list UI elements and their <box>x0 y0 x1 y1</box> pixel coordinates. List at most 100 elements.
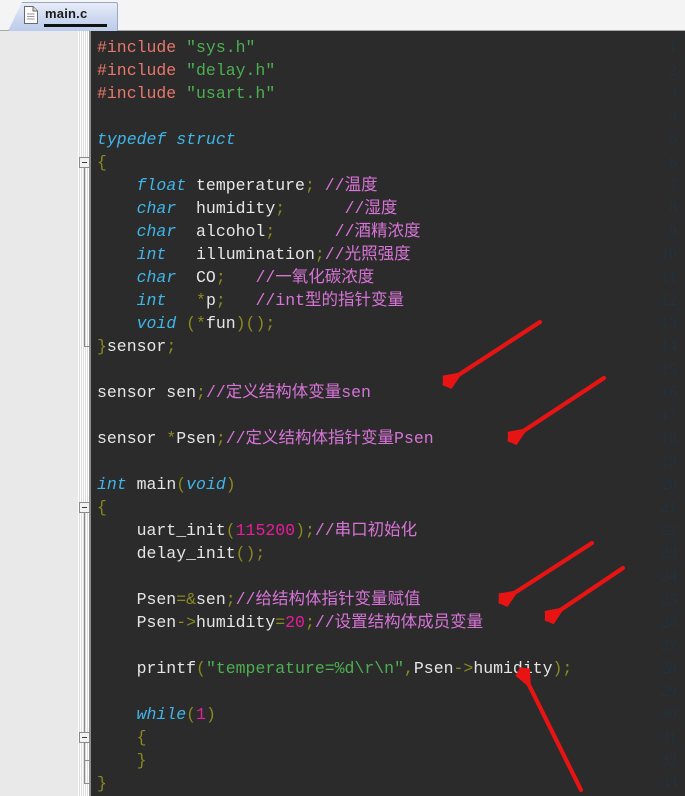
line-number: 26 <box>661 614 677 631</box>
token-cmt: //温度 <box>324 176 378 195</box>
line-number: 23 <box>661 545 677 562</box>
token-cmt: //int型的指针变量 <box>255 291 404 310</box>
token-id <box>97 705 137 724</box>
line-number: 19 <box>661 453 677 470</box>
token-op: { <box>97 153 107 172</box>
token-op: } <box>97 337 107 356</box>
code-line: uart_init(115200);//串口初始化 <box>97 519 418 542</box>
line-number: 10 <box>661 246 677 263</box>
token-id <box>176 61 186 80</box>
code-line: typedef struct <box>97 128 236 151</box>
fold-region-end-tick <box>84 760 89 761</box>
line-number: 11 <box>661 269 677 286</box>
token-op: ( <box>176 475 187 494</box>
code-line: float temperature; //温度 <box>97 174 378 197</box>
token-op: } <box>136 751 147 770</box>
token-id <box>226 291 256 310</box>
token-num: 20 <box>285 613 305 632</box>
line-number: 1 <box>669 39 677 56</box>
token-op: ; <box>314 245 325 264</box>
token-id: p <box>205 291 216 310</box>
line-number: 9 <box>669 223 677 240</box>
code-line: Psen=&sen;//给结构体指针变量赋值 <box>97 588 421 611</box>
fold-toggle-icon[interactable] <box>79 157 90 168</box>
token-id: sensor <box>97 429 167 448</box>
line-number: 22 <box>661 522 677 539</box>
line-number: 14 <box>661 338 677 355</box>
token-op: ; <box>215 429 226 448</box>
token-kw: char <box>136 199 177 218</box>
code-line: #include "usart.h" <box>97 82 275 105</box>
line-number: 5 <box>669 131 677 148</box>
code-line: sensor sen;//定义结构体变量sen <box>97 381 371 404</box>
code-line: char humidity; //湿度 <box>97 197 398 220</box>
token-op: * <box>196 314 206 333</box>
token-id <box>97 222 137 241</box>
token-id <box>97 176 137 195</box>
token-op: ( <box>186 314 197 333</box>
line-number: 2 <box>669 62 677 79</box>
token-op: ( <box>225 521 236 540</box>
token-op: { <box>136 728 147 747</box>
tab-label: main.c <box>45 6 88 21</box>
code-line: #include "sys.h" <box>97 36 255 59</box>
token-op: (); <box>235 544 266 563</box>
token-id <box>166 291 196 310</box>
fold-region-end-tick <box>84 783 89 784</box>
line-number: 13 <box>661 315 677 332</box>
code-line: }sensor; <box>97 335 176 358</box>
token-op: ; <box>304 176 315 195</box>
code-line: delay_init(); <box>97 542 266 565</box>
token-op: -> <box>176 613 197 632</box>
token-kw: while <box>136 705 187 724</box>
token-cmt: //光照强度 <box>324 245 411 264</box>
token-id: humidity <box>473 659 553 678</box>
line-number: 6 <box>669 154 677 171</box>
line-number: 27 <box>661 637 677 654</box>
token-id: Psen <box>97 613 177 632</box>
token-op: ) <box>205 705 216 724</box>
fold-toggle-icon[interactable] <box>79 502 90 513</box>
document-icon <box>24 6 38 24</box>
line-number: 8 <box>669 200 677 217</box>
token-op: = <box>275 613 286 632</box>
token-id: Psen <box>97 590 177 609</box>
token-kw: char <box>136 222 177 241</box>
fold-toggle-icon[interactable] <box>79 732 90 743</box>
token-id <box>97 751 137 770</box>
token-str: "sys.h" <box>186 38 256 57</box>
token-op: ; <box>196 383 206 402</box>
token-kw: float <box>136 176 187 195</box>
token-str: "delay.h" <box>186 61 276 80</box>
line-number: 32 <box>661 752 677 769</box>
line-number: 28 <box>661 660 677 677</box>
code-line: Psen->humidity=20;//设置结构体成员变量 <box>97 611 484 634</box>
token-op: ; <box>215 291 226 310</box>
code-line: int main(void) <box>97 473 236 496</box>
line-number: 21 <box>661 499 677 516</box>
code-line: while(1) <box>97 703 216 726</box>
token-id: printf <box>97 659 197 678</box>
code-line: char CO; //一氧化碳浓度 <box>97 266 375 289</box>
code-line: #include "delay.h" <box>97 59 275 82</box>
editor-pane[interactable]: 1 2 3 4 5 6 7 8 9 10 11 12 13 14 15 16 17 18 19 20 21 22 23 24 2… <box>0 31 685 796</box>
token-num: 1 <box>196 705 206 724</box>
token-pre: #include <box>97 61 177 80</box>
line-number: 12 <box>661 292 677 309</box>
token-kw: void <box>186 475 226 494</box>
token-id: humidity <box>196 613 276 632</box>
token-id: main <box>126 475 177 494</box>
tab-bar: main.c <box>0 0 685 31</box>
token-id <box>176 84 186 103</box>
token-op: ; <box>215 268 226 287</box>
line-number: 31 <box>661 729 677 746</box>
token-kw: char <box>136 268 177 287</box>
token-op: , <box>403 659 414 678</box>
token-id: uart_init <box>97 521 226 540</box>
line-number: 24 <box>661 568 677 585</box>
line-number: 7 <box>669 177 677 194</box>
token-op: ( <box>196 659 206 678</box>
tab-active-underline <box>44 24 107 27</box>
token-id <box>275 222 334 241</box>
line-number: 16 <box>661 384 677 401</box>
